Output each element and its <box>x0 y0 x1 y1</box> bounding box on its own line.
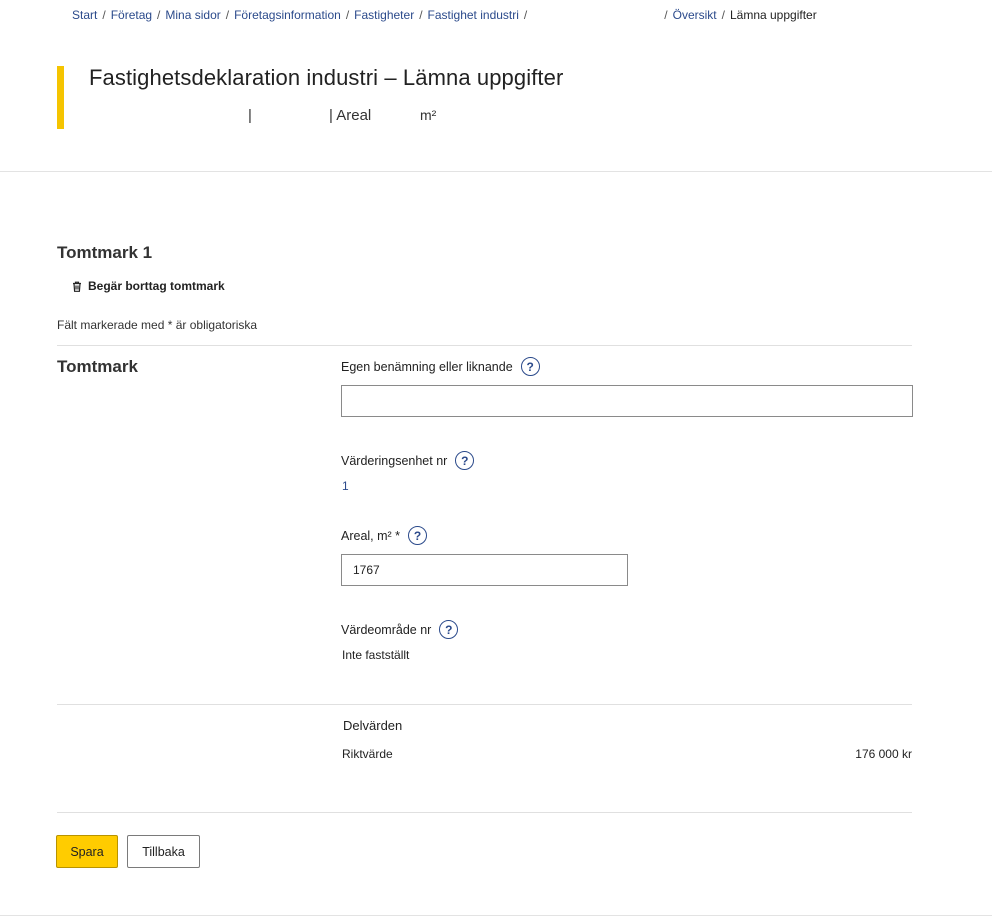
page-title: Fastighetsdeklaration industri – Lämna u… <box>89 65 564 90</box>
plot-title: Tomtmark 1 <box>57 243 153 262</box>
help-icon[interactable]: ? <box>520 357 540 376</box>
actions-divider <box>57 812 912 813</box>
help-icon[interactable]: ? <box>408 526 428 545</box>
breadcrumb-mina-sidor[interactable]: Mina sidor <box>165 8 220 22</box>
partial-values-divider <box>57 704 912 705</box>
breadcrumb-start[interactable]: Start <box>72 8 97 22</box>
meta-area-unit: m² <box>420 107 437 123</box>
area-field-label: Areal, m² * ? <box>341 526 428 545</box>
value-area-label-text: Värdeområde nr <box>341 622 432 637</box>
trash-icon <box>72 281 82 292</box>
header-divider <box>0 171 992 172</box>
breadcrumb-foretag[interactable]: Företag <box>111 8 152 22</box>
name-field-label: Egen benämning eller liknande ? <box>341 357 540 376</box>
guide-value-amount: 176 000 kr <box>855 747 912 761</box>
breadcrumb-separator: / <box>419 8 423 22</box>
section-divider <box>57 345 912 346</box>
footer-divider <box>0 915 992 916</box>
value-area-label: Värdeområde nr ? <box>341 620 459 639</box>
breadcrumb-separator: / <box>102 8 106 22</box>
breadcrumb: Start / Företag / Mina sidor / Företagsinforma… <box>72 8 817 22</box>
breadcrumb-fastigheter[interactable]: Fastigheter <box>354 8 414 22</box>
valuation-unit-label: Värderingsenhet nr ? <box>341 451 475 470</box>
meta-area: | Areal <box>329 107 371 124</box>
area-field-label-text: Areal, m² * <box>341 528 401 543</box>
partial-values-title: Delvärden <box>343 718 403 733</box>
breadcrumb-separator: / <box>721 8 725 22</box>
breadcrumb-separator: / <box>523 8 528 22</box>
breadcrumb-separator: / <box>345 8 350 22</box>
breadcrumb-current: Lämna uppgifter <box>729 8 817 22</box>
section-title: Tomtmark <box>57 357 138 376</box>
back-button[interactable]: Tillbaka <box>127 835 200 868</box>
breadcrumb-separator: / <box>157 8 161 22</box>
help-icon[interactable]: ? <box>439 620 459 639</box>
value-area-value: Inte fastställt <box>342 648 410 662</box>
name-field-label-text: Egen benämning eller liknande <box>341 359 513 374</box>
breadcrumb-fastighet-industri[interactable]: Fastighet industri <box>428 8 519 22</box>
page-header: Fastighetsdeklaration industri – Lämna u… <box>57 65 564 129</box>
mandatory-note: Fält markerade med * är obligatoriska <box>57 318 258 332</box>
breadcrumb-oversikt[interactable]: Översikt <box>673 8 717 22</box>
meta-separator: | <box>248 107 252 124</box>
valuation-unit-value: 1 <box>342 479 349 493</box>
meta-separator: | <box>329 107 333 124</box>
breadcrumb-separator: / <box>664 8 668 22</box>
help-icon[interactable]: ? <box>455 451 475 470</box>
breadcrumb-separator: / <box>225 8 230 22</box>
guide-value-label: Riktvärde <box>342 747 393 761</box>
valuation-unit-label-text: Värderingsenhet nr <box>341 453 448 468</box>
save-button[interactable]: Spara <box>56 835 118 868</box>
remove-plot-button[interactable]: Begär borttag tomtmark <box>72 279 225 293</box>
remove-plot-label: Begär borttag tomtmark <box>88 279 225 293</box>
breadcrumb-foretagsinformation[interactable]: Företagsinformation <box>234 8 341 22</box>
meta-area-label: Areal <box>336 107 372 124</box>
name-input[interactable] <box>341 385 913 417</box>
area-input[interactable] <box>341 554 628 586</box>
